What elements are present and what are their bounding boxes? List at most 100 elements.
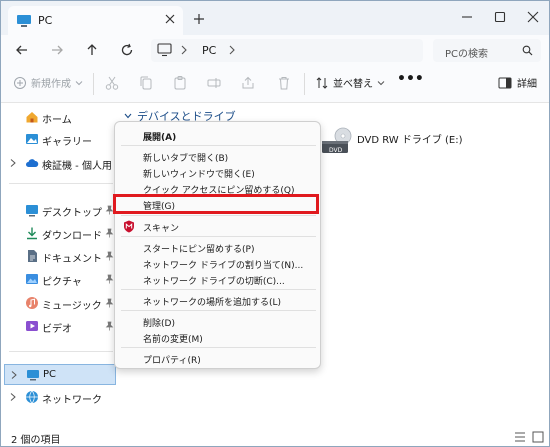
navigation-pane: ホーム ギャラリー 検証機 - 個人用 デスクトップ ダウンロード ドキュメント… (1, 103, 119, 428)
nav-item-documents[interactable]: ドキュメント (1, 246, 119, 267)
video-icon (25, 319, 39, 333)
menu-item-properties[interactable]: プロパティ(R) (143, 353, 201, 366)
list-view-icon[interactable] (514, 431, 526, 446)
new-tab-icon[interactable] (191, 11, 207, 27)
nav-item-music[interactable]: ミュージック (1, 293, 119, 314)
chevron-right-icon[interactable] (227, 44, 237, 59)
rename-icon[interactable] (206, 75, 222, 94)
pin-icon (105, 274, 114, 287)
network-icon (25, 390, 39, 404)
delete-icon[interactable] (276, 75, 292, 94)
nav-item-gallery[interactable]: ギャラリー (1, 129, 119, 150)
pin-icon (105, 228, 114, 241)
sort-icon (316, 76, 328, 89)
monitor-outline-icon (157, 43, 172, 60)
mcafee-shield-icon (123, 220, 135, 236)
search-input[interactable]: PCの検索 (433, 39, 541, 62)
cloud-icon (25, 156, 39, 170)
share-icon[interactable] (240, 75, 256, 94)
search-placeholder: PCの検索 (445, 49, 489, 60)
nav-label: ネットワーク (42, 395, 102, 406)
nav-divider (9, 183, 113, 184)
menu-separator (121, 289, 316, 290)
nav-label: ミュージック (42, 301, 102, 312)
chevron-right-icon[interactable] (9, 392, 17, 405)
menu-item-delete[interactable]: 削除(D) (143, 316, 175, 329)
chevron-down-icon (124, 113, 132, 119)
music-icon (25, 296, 39, 310)
item-count: 2 個の項目 (11, 435, 61, 446)
download-icon (25, 226, 39, 240)
menu-separator (121, 236, 316, 237)
pin-icon (105, 298, 114, 311)
menu-item-disconnect-network-drive[interactable]: ネットワーク ドライブの切断(C)... (143, 274, 285, 287)
close-tab-icon[interactable] (163, 12, 177, 26)
plus-circle-icon (14, 76, 26, 89)
new-label: 新規作成 (31, 79, 71, 90)
nav-label: ダウンロード (42, 231, 102, 242)
nav-label: ビデオ (42, 324, 72, 335)
details-pane-button[interactable]: 詳細 (498, 75, 537, 90)
chevron-right-icon[interactable] (10, 370, 18, 383)
menu-item-pin-start[interactable]: スタートにピン留めする(P) (143, 242, 254, 255)
document-icon (25, 249, 39, 263)
menu-item-map-network-drive[interactable]: ネットワーク ドライブの割り当て(N)... (143, 258, 303, 271)
nav-label: ピクチャ (42, 277, 82, 288)
nav-label: 検証機 - 個人用 (42, 161, 112, 172)
dvd-badge: DVD (329, 147, 343, 154)
minimize-icon[interactable] (459, 9, 475, 25)
nav-item-downloads[interactable]: ダウンロード (1, 223, 119, 244)
chevron-right-icon[interactable] (179, 44, 189, 59)
menu-item-scan[interactable]: スキャン (143, 221, 179, 234)
nav-item-network[interactable]: ネットワーク (1, 387, 119, 408)
tab-pc[interactable]: PC (8, 6, 183, 35)
maximize-icon[interactable] (492, 9, 508, 25)
nav-label: PC (43, 369, 57, 380)
nav-item-pictures[interactable]: ピクチャ (1, 269, 119, 290)
refresh-icon[interactable] (118, 41, 136, 59)
copy-icon[interactable] (138, 75, 154, 94)
nav-item-home[interactable]: ホーム (1, 107, 119, 128)
nav-label: ホーム (42, 115, 72, 126)
explorer-window: PC PC PCの検索 新規作成 並べ替え ••• 詳細 ホーム ギャラリー 検… (0, 0, 550, 447)
command-bar: 新規作成 並べ替え ••• 詳細 (1, 65, 549, 103)
nav-item-pc[interactable]: PC (4, 364, 116, 385)
dvd-drive-icon[interactable]: DVD (319, 125, 355, 164)
manage-highlight-box (113, 194, 319, 214)
menu-item-open-new-window[interactable]: 新しいウィンドウで開く(E) (143, 167, 255, 180)
close-window-icon[interactable] (525, 9, 541, 25)
nav-item-videos[interactable]: ビデオ (1, 316, 119, 337)
desktop-icon (25, 203, 39, 217)
menu-separator (121, 310, 316, 311)
new-button[interactable]: 新規作成 (13, 75, 84, 90)
nav-label: ギャラリー (42, 137, 92, 148)
chevron-right-icon[interactable] (9, 158, 17, 171)
menu-item-open-new-tab[interactable]: 新しいタブで開く(B) (143, 151, 228, 164)
nav-divider (9, 351, 113, 352)
pin-icon (105, 251, 114, 264)
menu-separator (121, 215, 316, 216)
tab-bar: PC (1, 1, 549, 35)
up-arrow-icon[interactable] (83, 41, 101, 59)
chevron-down-icon (75, 80, 83, 85)
menu-item-rename[interactable]: 名前の変更(M) (143, 332, 203, 345)
pin-icon (105, 321, 114, 334)
forward-arrow-icon[interactable] (48, 41, 66, 59)
toolbar-divider (304, 73, 305, 95)
nav-item-desktop[interactable]: デスクトップ (1, 200, 119, 221)
back-arrow-icon[interactable] (13, 41, 31, 59)
sort-button[interactable]: 並べ替え (315, 75, 386, 90)
details-label: 詳細 (517, 79, 537, 90)
nav-item-onedrive[interactable]: 検証機 - 個人用 (1, 153, 119, 174)
paste-icon[interactable] (172, 75, 188, 94)
menu-item-add-network-location[interactable]: ネットワークの場所を追加する(L) (143, 295, 281, 308)
more-options-button[interactable]: ••• (397, 71, 424, 87)
search-icon (522, 45, 533, 59)
drive-label[interactable]: DVD RW ドライブ (E:) (357, 131, 463, 146)
tile-view-icon[interactable] (532, 431, 544, 446)
address-bar[interactable]: PC (151, 39, 423, 62)
cut-icon[interactable] (104, 75, 120, 94)
menu-item-expand[interactable]: 展開(A) (143, 130, 176, 143)
breadcrumb-pc[interactable]: PC (202, 44, 216, 57)
sort-label: 並べ替え (333, 79, 373, 90)
